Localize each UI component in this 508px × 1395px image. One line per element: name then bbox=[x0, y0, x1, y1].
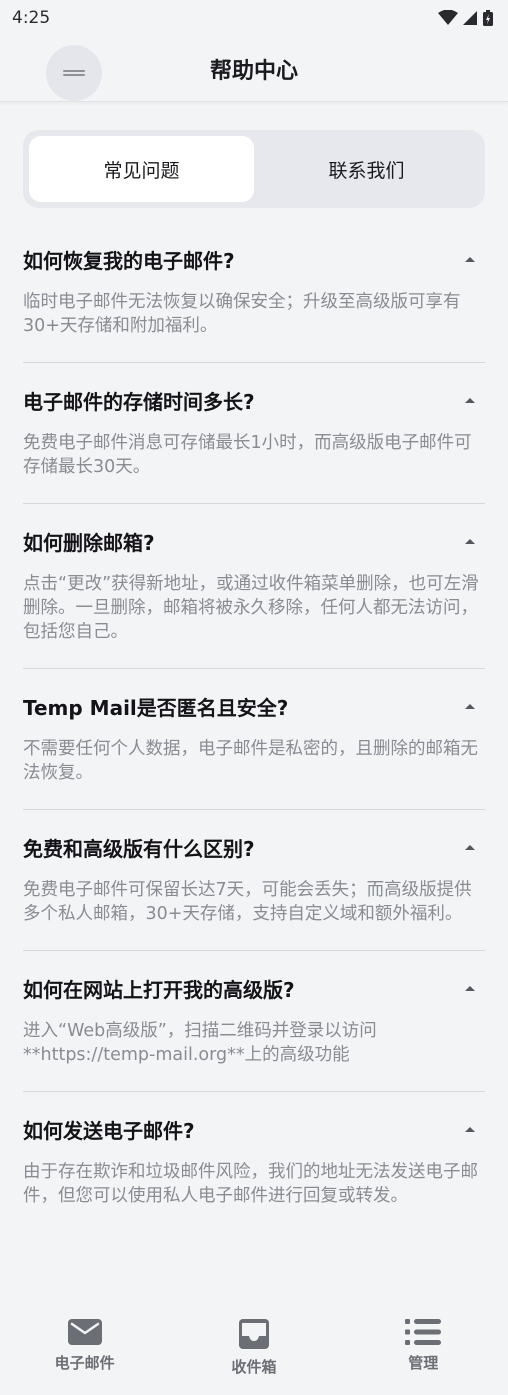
faq-question: 如何删除邮箱? bbox=[23, 530, 155, 555]
faq-question: 免费和高级版有什么区别? bbox=[23, 836, 255, 861]
tab-bar: 常见问题 联系我们 bbox=[23, 130, 485, 208]
nav-label: 管理 bbox=[408, 1354, 439, 1372]
mail-icon bbox=[67, 1319, 102, 1345]
tab-contact[interactable]: 联系我们 bbox=[254, 136, 479, 202]
faq-question: 如何发送电子邮件? bbox=[23, 1118, 195, 1143]
faq-question-row[interactable]: 免费和高级版有什么区别? bbox=[23, 830, 485, 864]
faq-answer: 不需要任何个人数据，电子邮件是私密的，且删除的邮箱无法恢复。 bbox=[23, 739, 478, 783]
faq-question-row[interactable]: 电子邮件的存储时间多长? bbox=[23, 383, 485, 417]
faq-question: Temp Mail是否匿名且安全? bbox=[23, 695, 289, 720]
faq-answer: 临时电子邮件无法恢复以确保安全；升级至高级版可享有30+天存储和附加福利。 bbox=[23, 292, 461, 336]
faq-list: 如何恢复我的电子邮件? 临时电子邮件无法恢复以确保安全；升级至高级版可享有30+… bbox=[23, 222, 485, 1232]
faq-question: 电子邮件的存储时间多长? bbox=[23, 389, 255, 414]
faq-item: 如何恢复我的电子邮件? 临时电子邮件无法恢复以确保安全；升级至高级版可享有30+… bbox=[23, 222, 485, 363]
list-icon bbox=[405, 1319, 442, 1345]
inbox-icon bbox=[238, 1319, 269, 1349]
chevron-up-icon[interactable] bbox=[455, 691, 485, 721]
faq-question: 如何在网站上打开我的高级版? bbox=[23, 977, 295, 1002]
chevron-up-icon[interactable] bbox=[455, 526, 485, 556]
wifi-icon bbox=[438, 10, 458, 25]
faq-item: 如何删除邮箱? 点击“更改”获得新地址，或通过收件箱菜单删除，也可左滑删除。一旦… bbox=[23, 504, 485, 669]
nav-label: 电子邮件 bbox=[54, 1354, 115, 1372]
chevron-up-icon[interactable] bbox=[455, 973, 485, 1003]
faq-answer: 免费电子邮件消息可存储最长1小时，而高级版电子邮件可存储最长30天。 bbox=[23, 433, 472, 477]
status-time: 4:25 bbox=[12, 8, 51, 28]
nav-item-mail[interactable]: 电子邮件 bbox=[15, 1300, 155, 1373]
status-bar: 4:25 bbox=[0, 0, 508, 36]
menu-button[interactable] bbox=[46, 45, 102, 101]
page-title: 帮助中心 bbox=[209, 58, 298, 84]
faq-item: Temp Mail是否匿名且安全? 不需要任何个人数据，电子邮件是私密的，且删除… bbox=[23, 669, 485, 810]
faq-question-row[interactable]: 如何在网站上打开我的高级版? bbox=[23, 971, 485, 1005]
faq-question-row[interactable]: Temp Mail是否匿名且安全? bbox=[23, 689, 485, 723]
faq-item: 电子邮件的存储时间多长? 免费电子邮件消息可存储最长1小时，而高级版电子邮件可存… bbox=[23, 363, 485, 504]
faq-question-row[interactable]: 如何删除邮箱? bbox=[23, 524, 485, 558]
nav-item-manage[interactable]: 管理 bbox=[353, 1300, 493, 1373]
status-icons bbox=[438, 9, 494, 27]
nav-item-inbox[interactable]: 收件箱 bbox=[184, 1300, 324, 1377]
faq-answer: 由于存在欺诈和垃圾邮件风险，我们的地址无法发送电子邮件，但您可以使用私人电子邮件… bbox=[23, 1162, 478, 1206]
faq-item: 如何发送电子邮件? 由于存在欺诈和垃圾邮件风险，我们的地址无法发送电子邮件，但您… bbox=[23, 1092, 485, 1232]
faq-question-row[interactable]: 如何恢复我的电子邮件? bbox=[23, 242, 485, 276]
app-bar: 帮助中心 bbox=[0, 36, 508, 102]
faq-item: 如何在网站上打开我的高级版? 进入“Web高级版”，扫描二维码并登录以访问**h… bbox=[23, 951, 485, 1092]
tab-faq[interactable]: 常见问题 bbox=[29, 136, 254, 202]
faq-answer: 点击“更改”获得新地址，或通过收件箱菜单删除，也可左滑删除。一旦删除，邮箱将被永… bbox=[23, 574, 479, 642]
faq-answer: 进入“Web高级版”，扫描二维码并登录以访问**https://temp-mai… bbox=[23, 1021, 377, 1065]
chevron-up-icon[interactable] bbox=[455, 832, 485, 862]
chevron-up-icon[interactable] bbox=[455, 244, 485, 274]
nav-label: 收件箱 bbox=[231, 1358, 277, 1376]
faq-question: 如何恢复我的电子邮件? bbox=[23, 248, 235, 273]
faq-question-row[interactable]: 如何发送电子邮件? bbox=[23, 1112, 485, 1146]
faq-item: 免费和高级版有什么区别? 免费电子邮件可保留长达7天，可能会丢失；而高级版提供多… bbox=[23, 810, 485, 951]
battery-icon bbox=[483, 10, 493, 26]
signal-icon bbox=[463, 11, 477, 25]
bottom-nav: 电子邮件 收件箱 管理 bbox=[0, 1300, 508, 1395]
chevron-up-icon[interactable] bbox=[455, 385, 485, 415]
menu-icon bbox=[63, 70, 85, 76]
faq-answer: 免费电子邮件可保留长达7天，可能会丢失；而高级版提供多个私人邮箱，30+天存储，… bbox=[23, 880, 472, 924]
chevron-up-icon[interactable] bbox=[455, 1114, 485, 1144]
